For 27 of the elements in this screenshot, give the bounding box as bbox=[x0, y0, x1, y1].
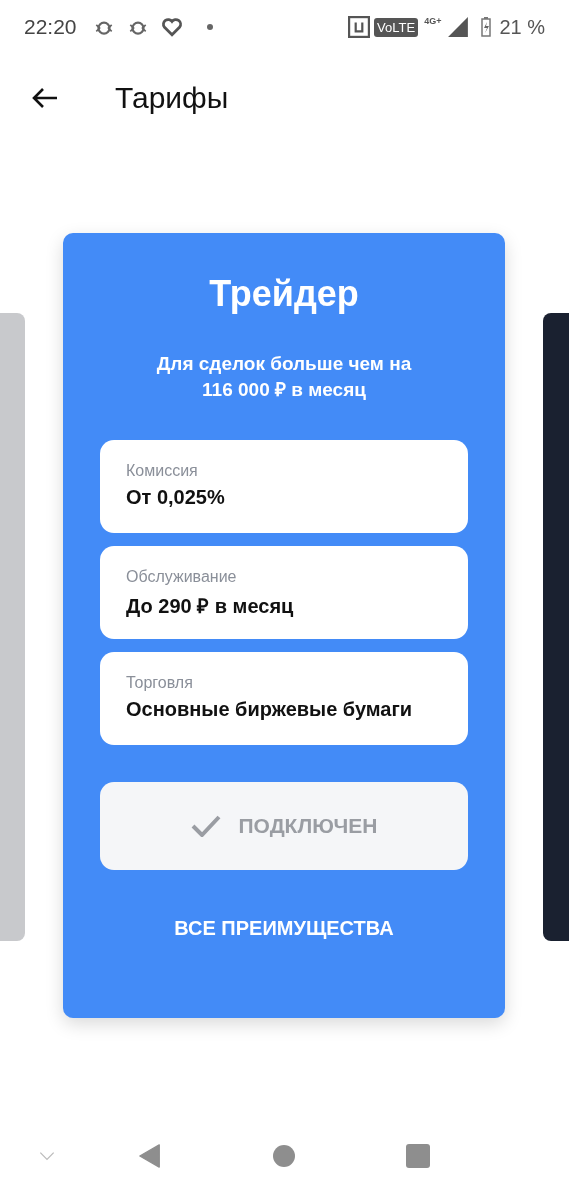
dot-icon bbox=[206, 24, 213, 30]
feature-label: Комиссия bbox=[126, 462, 198, 480]
feature-label: Обслуживание bbox=[126, 568, 237, 586]
recents-icon[interactable] bbox=[406, 1144, 430, 1168]
nfc-icon bbox=[348, 16, 371, 38]
volte-badge: VoLTE bbox=[374, 17, 419, 37]
all-benefits-link[interactable]: ВСЕ ПРЕИМУЩЕСТВА bbox=[174, 917, 394, 940]
home-icon[interactable] bbox=[272, 1144, 296, 1168]
tariff-card-peek[interactable] bbox=[543, 313, 569, 941]
battery-icon bbox=[481, 16, 492, 38]
checkmark-icon bbox=[190, 815, 221, 837]
back-icon[interactable] bbox=[138, 1144, 162, 1168]
tariff-title: Трейдер bbox=[209, 273, 359, 315]
feature-value: Основные биржевые бумаги bbox=[126, 698, 413, 721]
page-title: Тарифы bbox=[115, 81, 229, 115]
heart-icon bbox=[160, 16, 183, 38]
status-time: 22:20 bbox=[24, 15, 77, 39]
battery-level: 21 % bbox=[499, 15, 545, 39]
feature-value: От 0,025% bbox=[126, 486, 225, 509]
network-type: 4G+ bbox=[424, 16, 442, 26]
tariff-card-peek[interactable] bbox=[0, 313, 25, 941]
back-arrow-icon[interactable] bbox=[31, 86, 59, 110]
feature-value: До 290 ₽ в месяц bbox=[126, 594, 294, 619]
chevron-down-icon[interactable] bbox=[38, 1151, 56, 1161]
feature-label: Торговля bbox=[126, 674, 193, 692]
signal-icon bbox=[447, 16, 470, 38]
tariff-description: Для сделок больше чем на 116 000 ₽ в месяц bbox=[156, 352, 412, 402]
